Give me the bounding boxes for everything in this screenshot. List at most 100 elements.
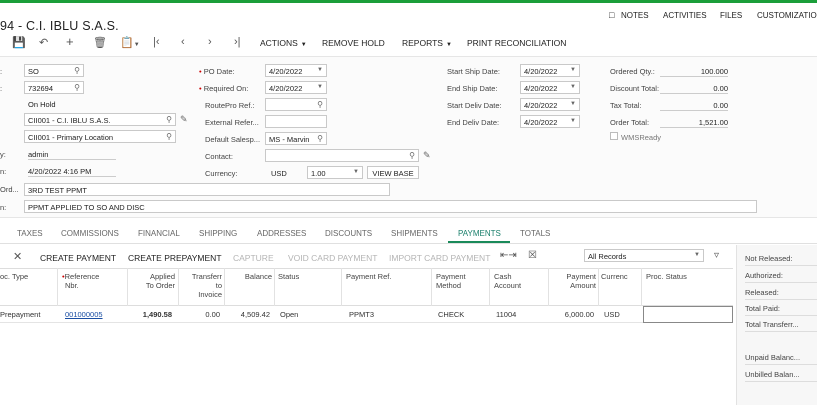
customer-order-field[interactable]: 3RD TEST PPMT	[24, 183, 390, 196]
capture-button[interactable]: CAPTURE	[233, 253, 274, 263]
search-icon[interactable]: ⚲	[409, 151, 415, 160]
search-icon[interactable]: ⚲	[166, 132, 172, 141]
import-card-payment-button[interactable]: IMPORT CARD PAYMENT	[389, 253, 490, 263]
void-card-payment-button[interactable]: VOID CARD PAYMENT	[288, 253, 377, 263]
tab-commissions[interactable]: COMMISSIONS	[61, 229, 119, 238]
tab-totals[interactable]: TOTALS	[520, 229, 550, 238]
view-base-button[interactable]: VIEW BASE	[367, 166, 419, 179]
cell-proc-status[interactable]	[643, 306, 733, 323]
wmsready-checkbox[interactable]	[610, 132, 618, 140]
column-header-cash-account[interactable]: Cash Account	[494, 272, 521, 290]
end-ship-date-field[interactable]: 4/20/2022 ▼	[520, 81, 580, 94]
routepro-ref-label: RoutePro Ref.:	[205, 101, 255, 110]
edit-contact-icon[interactable]: ✎	[423, 150, 431, 161]
tab-shipments[interactable]: SHIPMENTS	[391, 229, 438, 238]
start-deliv-date-field[interactable]: 4/20/2022 ▼	[520, 98, 580, 111]
cell-reference-nbr-link[interactable]: 001000005	[65, 310, 103, 319]
reports-menu[interactable]: REPORTS ▼	[402, 38, 452, 48]
routepro-ref-field[interactable]: ⚲	[265, 98, 327, 111]
column-header-balance[interactable]: Balance	[226, 272, 272, 281]
next-record-icon[interactable]: ›	[208, 36, 212, 48]
chevron-down-icon[interactable]: ▼	[353, 169, 359, 175]
tab-addresses[interactable]: ADDRESSES	[257, 229, 306, 238]
search-icon[interactable]: ⚲	[317, 100, 323, 109]
location-field[interactable]: CII001 - Primary Location ⚲	[24, 130, 176, 143]
fit-columns-icon[interactable]: ⇤⇥	[500, 250, 517, 261]
order-nbr-field[interactable]: 732694 ⚲	[24, 81, 84, 94]
cell-currency: USD	[604, 310, 620, 319]
po-date-field[interactable]: 4/20/2022 ▼	[265, 64, 327, 77]
tab-shipping[interactable]: SHIPPING	[199, 229, 237, 238]
total-transferred-label: Total Transferr...	[745, 320, 799, 329]
column-separator	[431, 268, 432, 306]
customer-field[interactable]: CII001 - C.I. IBLU S.A.S. ⚲	[24, 113, 176, 126]
order-type-field[interactable]: SO ⚲	[24, 64, 84, 77]
files-link[interactable]: FILES	[720, 11, 742, 20]
external-ref-label: External Refer...	[205, 118, 259, 127]
actions-menu[interactable]: ACTIONS ▼	[260, 38, 307, 48]
external-ref-field[interactable]	[265, 115, 327, 128]
contact-field[interactable]: ⚲	[265, 149, 419, 162]
description-field[interactable]: PPMT APPLIED TO SO AND DISC	[24, 200, 757, 213]
records-filter-select[interactable]: All Records ▼	[584, 249, 704, 262]
tabs-divider	[0, 243, 817, 244]
customization-link[interactable]: CUSTOMIZATION	[757, 11, 817, 20]
owner-label: y:	[0, 150, 6, 159]
save-icon[interactable]: 💾	[12, 36, 26, 49]
chevron-down-icon[interactable]: ▼	[317, 67, 323, 73]
chevron-down-icon[interactable]: ▼	[570, 101, 576, 107]
activities-link[interactable]: ACTIVITIES	[663, 11, 707, 20]
column-header-doc-type[interactable]: oc. Type	[0, 272, 28, 281]
create-payment-button[interactable]: CREATE PAYMENT	[40, 253, 116, 263]
end-deliv-date-label: End Deliv Date:	[447, 118, 500, 127]
previous-record-icon[interactable]: ‹	[181, 36, 185, 48]
unpaid-balance-label: Unpaid Balanc...	[745, 353, 801, 362]
chevron-down-icon[interactable]: ▼	[694, 252, 700, 258]
start-ship-date-field[interactable]: 4/20/2022 ▼	[520, 64, 580, 77]
column-separator	[489, 268, 490, 306]
chevron-down-icon[interactable]: ▼	[570, 67, 576, 73]
default-salesperson-field[interactable]: MS - Marvin ⚲	[265, 132, 327, 145]
end-deliv-date-field[interactable]: 4/20/2022 ▼	[520, 115, 580, 128]
filter-icon[interactable]: ▿	[714, 250, 719, 261]
create-prepayment-button[interactable]: CREATE PREPAYMENT	[128, 253, 222, 263]
chevron-down-icon[interactable]: ▼	[317, 84, 323, 90]
required-on-field[interactable]: 4/20/2022 ▼	[265, 81, 327, 94]
search-icon[interactable]: ⚲	[166, 115, 172, 124]
currency-rate-field[interactable]: 1.00 ▼	[307, 166, 363, 179]
column-header-payment-ref[interactable]: Payment Ref.	[346, 272, 391, 281]
tab-payments[interactable]: PAYMENTS	[458, 229, 501, 238]
search-icon[interactable]: ⚲	[74, 66, 80, 75]
column-header-reference-nbr[interactable]: •Reference Nbr.	[62, 272, 99, 290]
print-reconciliation-button[interactable]: PRINT RECONCILIATION	[467, 38, 566, 48]
last-record-icon[interactable]: ›|	[234, 36, 241, 48]
column-header-payment-method[interactable]: Payment Method	[436, 272, 466, 290]
edit-customer-icon[interactable]: ✎	[180, 114, 188, 125]
column-header-currency[interactable]: Currenc	[601, 272, 628, 281]
column-header-payment-amount[interactable]: Payment Amount	[550, 272, 596, 290]
undo-icon[interactable]: ↶	[39, 36, 48, 49]
column-separator	[341, 268, 342, 306]
delete-icon[interactable]: 🗑	[93, 36, 107, 49]
column-header-proc-status[interactable]: Proc. Status	[646, 272, 687, 281]
export-excel-icon[interactable]: ☒	[528, 250, 537, 261]
tab-taxes[interactable]: TAXES	[17, 229, 43, 238]
add-icon[interactable]: +	[66, 34, 74, 49]
cell-payment-ref: PPMT3	[349, 310, 375, 319]
wmsready-label: WMSReady	[621, 133, 662, 142]
cell-applied-to-order[interactable]: 1,490.58	[130, 310, 172, 319]
tab-financial[interactable]: FINANCIAL	[138, 229, 180, 238]
close-icon[interactable]: ✕	[13, 250, 22, 263]
chevron-down-icon[interactable]: ▼	[570, 118, 576, 124]
remove-hold-button[interactable]: REMOVE HOLD	[322, 38, 385, 48]
notes-link[interactable]: NOTES	[621, 11, 649, 20]
column-header-status[interactable]: Status	[278, 272, 299, 281]
search-icon[interactable]: ⚲	[74, 83, 80, 92]
first-record-icon[interactable]: |‹	[153, 36, 160, 48]
chevron-down-icon[interactable]: ▼	[570, 84, 576, 90]
column-header-applied-to-order[interactable]: Applied To Order	[130, 272, 175, 290]
copy-paste-icon[interactable]: 📋▼	[120, 36, 140, 49]
tab-discounts[interactable]: DISCOUNTS	[325, 229, 372, 238]
column-header-transferred-to-invoice[interactable]: Transferr to Invoice	[180, 272, 222, 299]
search-icon[interactable]: ⚲	[317, 134, 323, 143]
